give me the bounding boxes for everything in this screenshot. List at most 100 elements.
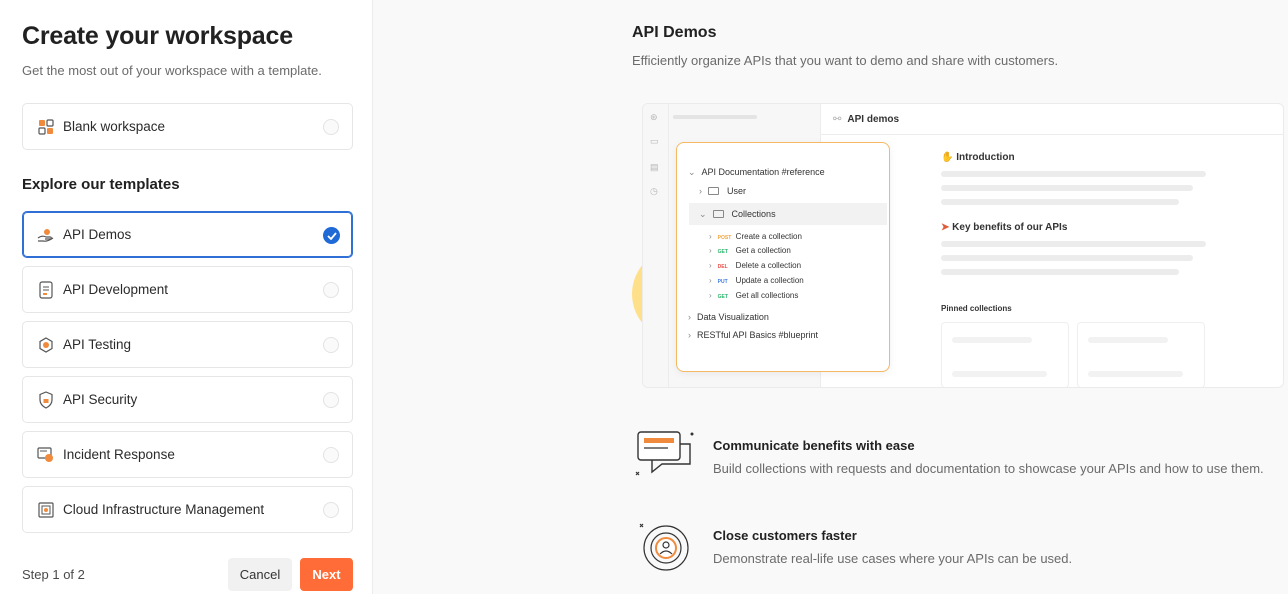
folder-icon [708, 187, 719, 195]
template-label: Cloud Infrastructure Management [63, 502, 265, 517]
text-placeholder [952, 371, 1047, 377]
chevron-right-icon: › [709, 291, 712, 300]
tree-data-viz: › Data Visualization [688, 312, 769, 322]
page-title: Create your workspace [22, 22, 293, 50]
next-button[interactable]: Next [300, 558, 353, 591]
chevron-right-icon: › [699, 186, 702, 196]
workspace-panel: Create your workspace Get the most out o… [0, 0, 373, 594]
radio-blank[interactable] [323, 119, 339, 135]
tree-collections-label: Collections [731, 209, 776, 219]
template-api-development[interactable]: API Development [22, 266, 353, 313]
document-icon [37, 280, 55, 299]
text-placeholder [1088, 371, 1183, 377]
intro-heading: ✋ Introduction [941, 152, 1015, 163]
chevron-right-icon: › [709, 261, 712, 270]
feature-title: Communicate benefits with ease [713, 438, 915, 453]
alert-icon [37, 446, 55, 464]
tree-data-viz-label: Data Visualization [697, 312, 769, 322]
radio-api-security[interactable] [323, 392, 339, 408]
request-label: Get a collection [735, 246, 791, 255]
text-placeholder [941, 255, 1193, 261]
tree-request: › PUT Update a collection [709, 276, 804, 285]
benefits-label: Key benefits of our APIs [952, 222, 1068, 233]
template-cloud-infrastructure[interactable]: Cloud Infrastructure Management [22, 486, 353, 533]
blank-workspace-label: Blank workspace [63, 119, 166, 134]
template-label: API Testing [63, 337, 132, 352]
environment-icon: ▤ [650, 162, 659, 172]
blank-workspace-option[interactable]: Blank workspace [22, 103, 353, 150]
request-label: Get all collections [735, 291, 799, 300]
template-label: Incident Response [63, 447, 175, 462]
text-placeholder [941, 241, 1206, 247]
radio-api-development[interactable] [323, 282, 339, 298]
tree-user-label: User [727, 186, 747, 196]
feature-title: Close customers faster [713, 528, 857, 543]
method-badge: DEL [717, 264, 728, 270]
text-placeholder [941, 171, 1206, 177]
grid-icon [37, 118, 55, 136]
hexagon-icon [37, 336, 55, 354]
rocket-icon: ➤ [941, 222, 950, 233]
template-api-demos[interactable]: API Demos [22, 211, 353, 258]
preview-rail: ⊛ ▭ ▤ ◷ [643, 104, 669, 387]
sidebar-placeholder [673, 115, 757, 119]
cloud-server-icon [37, 501, 55, 519]
template-label: API Development [63, 282, 169, 297]
template-label: API Security [63, 392, 138, 407]
pinned-card [941, 322, 1069, 387]
feature-description: Build collections with requests and docu… [713, 461, 1264, 476]
template-title: API Demos [632, 24, 717, 41]
folder-icon [712, 210, 724, 218]
collections-icon: ▭ [650, 136, 659, 146]
hand-wave-icon: ✋ [941, 152, 954, 163]
request-label: Create a collection [735, 232, 802, 241]
benefits-heading: ➤ Key benefits of our APIs [941, 222, 1067, 233]
template-incident-response[interactable]: Incident Response [22, 431, 353, 478]
tree-request: › GET Get a collection [709, 246, 791, 255]
radio-incident-response[interactable] [323, 447, 339, 463]
method-badge: GET [717, 249, 728, 255]
feature-description: Demonstrate real-life use cases where yo… [713, 551, 1073, 566]
template-api-security[interactable]: API Security [22, 376, 353, 423]
tree-request: › DEL Delete a collection [709, 261, 801, 270]
tree-request: › POST Create a collection [709, 232, 802, 241]
cancel-button[interactable]: Cancel [228, 558, 292, 591]
radio-cloud-infrastructure[interactable] [323, 502, 339, 518]
templates-heading: Explore our templates [22, 176, 180, 193]
preview-header: ⚯ API demos [833, 114, 899, 125]
tree-restful: › RESTful API Basics #blueprint [688, 330, 818, 340]
method-badge: PUT [717, 279, 728, 285]
tree-folder-collections: ⌄ Collections [689, 203, 887, 225]
template-api-testing[interactable]: API Testing [22, 321, 353, 368]
text-placeholder [941, 185, 1193, 191]
history-icon: ◷ [650, 186, 658, 196]
step-indicator: Step 1 of 2 [22, 567, 85, 582]
target-person-icon [632, 520, 692, 585]
preview-header-label: API demos [847, 114, 900, 125]
tree-folder-user: › User [699, 186, 746, 196]
method-badge: POST [717, 235, 732, 241]
request-label: Update a collection [735, 276, 804, 285]
text-placeholder [952, 337, 1032, 343]
chevron-right-icon: › [688, 312, 691, 322]
pinned-heading: Pinned collections [941, 304, 1012, 313]
page-subtitle: Get the most out of your workspace with … [22, 63, 322, 78]
text-placeholder [941, 269, 1179, 275]
chevron-down-icon: ⌄ [688, 167, 696, 177]
chevron-right-icon: › [688, 330, 691, 340]
tree-root-label: API Documentation #reference [701, 167, 825, 177]
radio-api-testing[interactable] [323, 337, 339, 353]
tree-restful-label: RESTful API Basics #blueprint [697, 330, 819, 340]
divider [821, 134, 1283, 135]
tree-request: › GET Get all collections [709, 291, 798, 300]
text-placeholder [1088, 337, 1168, 343]
chat-icon [632, 428, 696, 489]
request-label: Delete a collection [735, 261, 802, 270]
tree-root: ⌄ API Documentation #reference [688, 167, 825, 178]
text-placeholder [941, 199, 1179, 205]
check-icon [323, 227, 340, 244]
chevron-down-icon: ⌄ [699, 209, 707, 219]
chevron-right-icon: › [709, 246, 712, 255]
chevron-right-icon: › [709, 232, 712, 241]
people-icon: ⚯ [833, 114, 842, 125]
